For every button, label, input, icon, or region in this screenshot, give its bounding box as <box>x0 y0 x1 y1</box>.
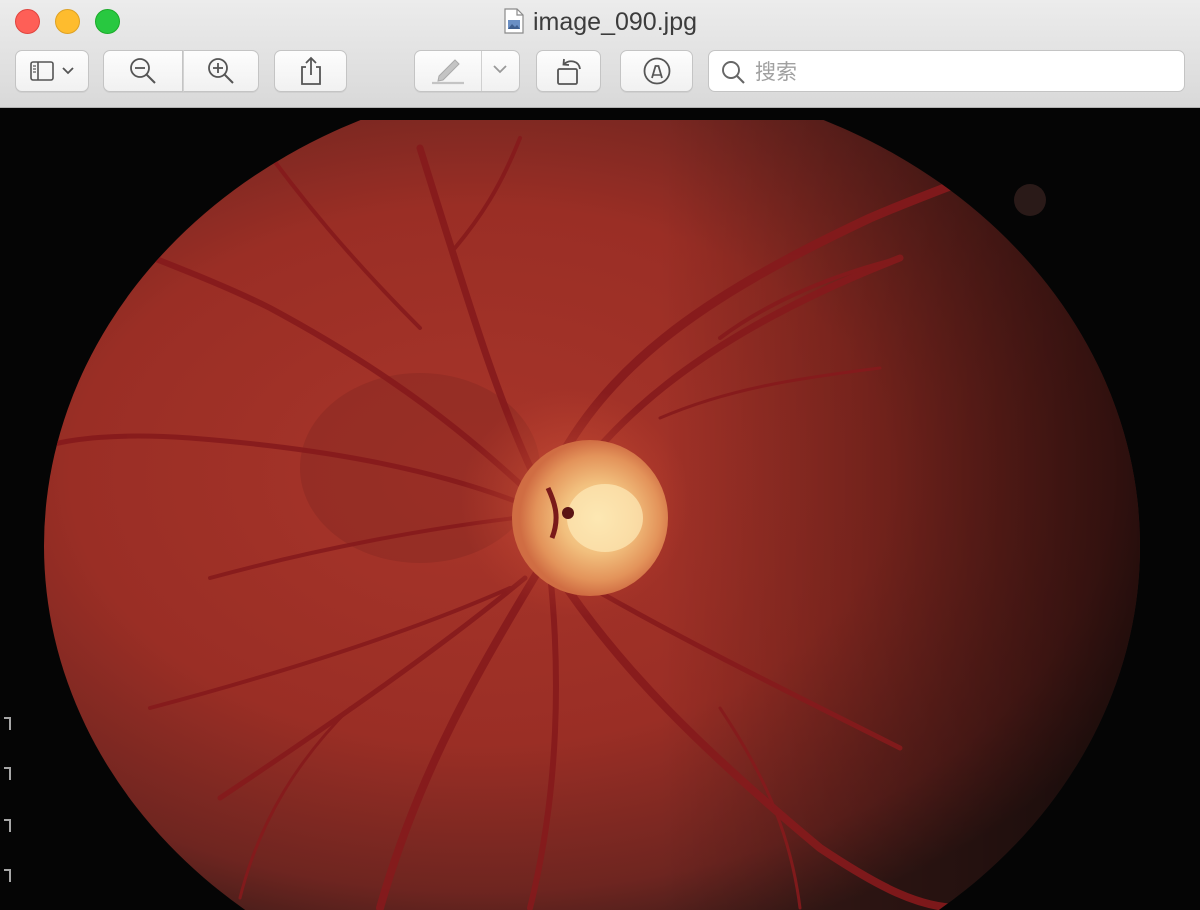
split-divider <box>481 51 482 91</box>
chevron-down-icon[interactable] <box>493 65 507 75</box>
sidebar-toggle-button[interactable] <box>15 50 89 92</box>
rotate-button[interactable] <box>536 50 601 92</box>
fundus-photograph <box>0 108 1200 910</box>
search-icon <box>721 60 745 89</box>
search-field[interactable] <box>708 50 1185 92</box>
jpeg-document-icon <box>503 8 525 41</box>
share-icon <box>299 56 323 86</box>
chevron-down-icon <box>62 67 74 75</box>
rotate-left-icon <box>554 56 584 86</box>
sidebar-icon <box>30 60 60 82</box>
zoom-in-button[interactable] <box>183 50 259 92</box>
window-title: image_090.jpg <box>532 8 697 36</box>
title-toolbar-area: image_090.jpg <box>0 0 1200 108</box>
markup-tool-button[interactable] <box>414 50 520 92</box>
markup-circle-icon <box>642 56 672 86</box>
show-markup-toolbar-button[interactable] <box>620 50 693 92</box>
zoom-in-icon <box>207 57 235 85</box>
zoom-out-icon <box>129 57 157 85</box>
search-input[interactable] <box>753 55 1177 89</box>
share-button[interactable] <box>274 50 347 92</box>
zoom-out-button[interactable] <box>103 50 183 92</box>
pen-icon <box>430 57 466 85</box>
preview-window: image_090.jpg <box>0 0 1200 910</box>
image-canvas <box>0 108 1200 910</box>
window-title-bar: image_090.jpg <box>0 7 1200 41</box>
